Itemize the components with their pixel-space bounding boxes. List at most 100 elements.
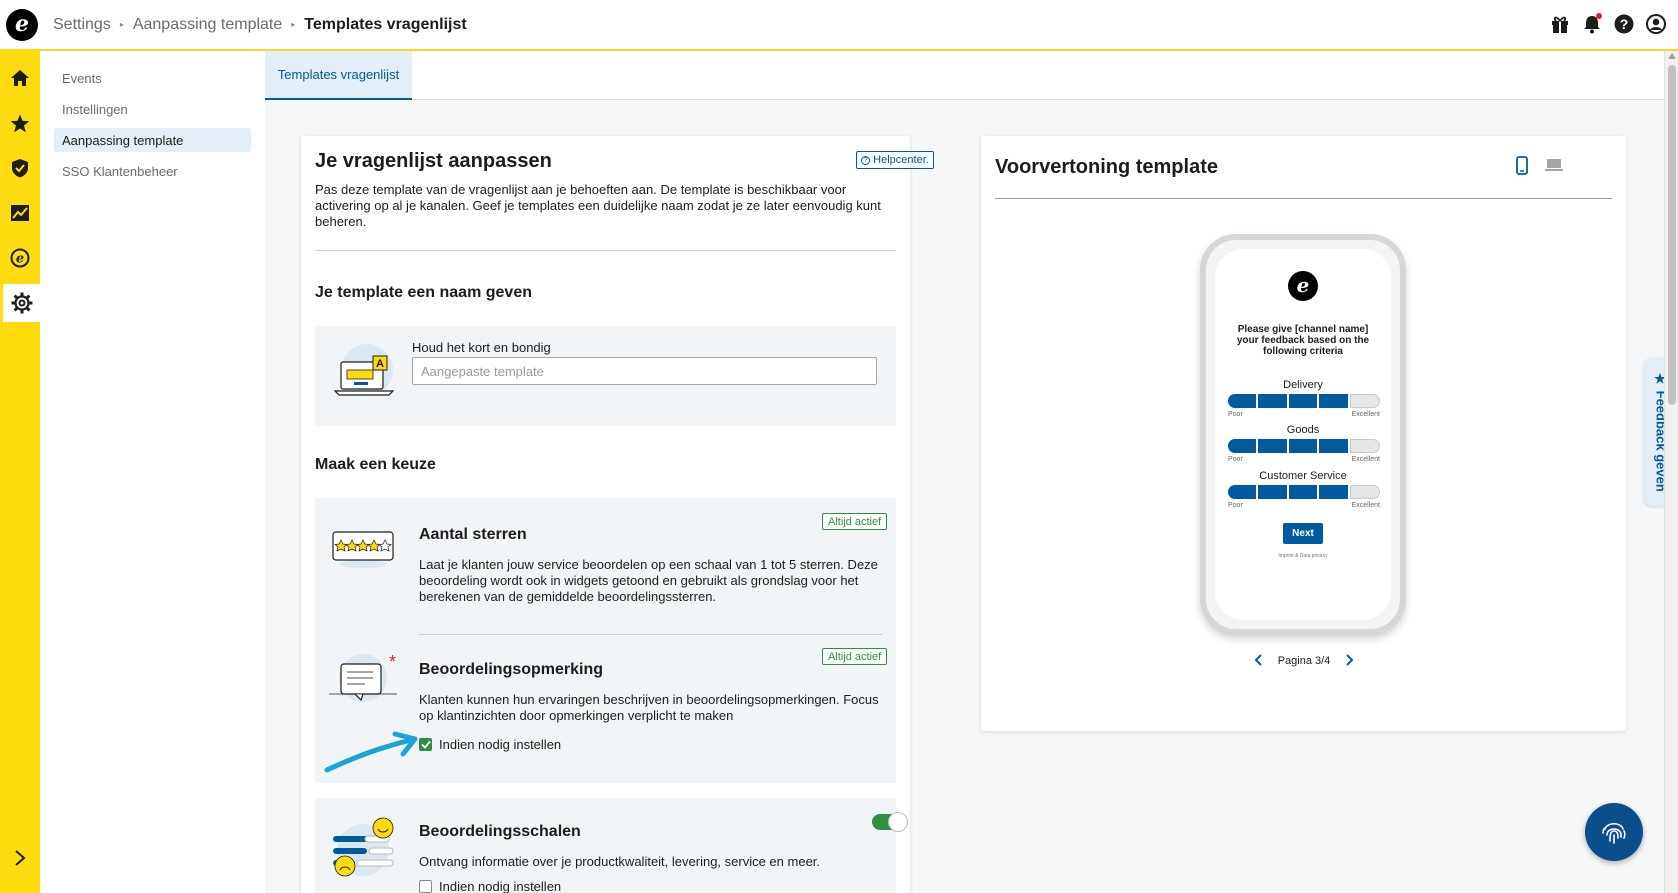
preview-scale-low-label: Poor — [1228, 502, 1243, 509]
chevron-left-icon[interactable] — [1254, 653, 1262, 669]
fingerprint-chat-button[interactable] — [1585, 803, 1643, 861]
preview-scale-high-label: Excellent — [1351, 456, 1380, 463]
preview-criterion-name: Customer Service — [1259, 470, 1347, 482]
name-panel: A Houd het kort en bondig — [315, 326, 896, 426]
scales-toggle[interactable] — [872, 812, 908, 832]
top-header: e Settings ▸ Aanpassing template ▸ Templ… — [0, 0, 1678, 51]
option-desc-scales: Ontvang informatie over je productkwalit… — [419, 854, 821, 869]
scales-required-label: Indien nodig instellen — [439, 879, 562, 893]
home-icon[interactable] — [0, 59, 40, 97]
help-icon[interactable]: ? — [1614, 14, 1634, 34]
tab-bar: Templates vragenlijst — [265, 51, 1664, 100]
option-title-stars: Aantal sterren — [419, 526, 527, 543]
chevron-right-icon[interactable] — [1346, 653, 1354, 669]
option-desc-stars: Laat je klanten jouw service beoordelen … — [419, 557, 878, 604]
preview-rating-scale[interactable] — [1228, 485, 1381, 499]
preview-scale-segment[interactable] — [1319, 394, 1348, 408]
sidebar-item-sso-klantenbeheer[interactable]: SSO Klantenbeheer — [54, 159, 251, 183]
gift-icon[interactable] — [1550, 14, 1570, 34]
phone-screen: e Please give [channel name] your feedba… — [1215, 249, 1391, 620]
editor-intro: Pas deze template van de vragenlijst aan… — [315, 182, 881, 229]
main-content: Templates vragenlijst Je vragenlijst aan… — [265, 51, 1664, 893]
preview-rating-scale[interactable] — [1228, 439, 1381, 453]
name-section-title: Je template een naam geven — [315, 284, 532, 301]
stars-illustration-icon — [327, 526, 399, 575]
breadcrumb-separator-icon: ▸ — [291, 20, 296, 29]
always-active-badge: Altijd actief — [822, 648, 888, 665]
preview-scale-segment[interactable] — [1228, 439, 1257, 453]
preview-scale-high-label: Excellent — [1351, 502, 1380, 509]
laptop-illustration-icon: A — [329, 344, 399, 405]
sidebar-item-aanpassing-template[interactable]: Aanpassing template — [54, 128, 251, 152]
page-scrollbar[interactable] — [1664, 51, 1678, 893]
fingerprint-icon — [1602, 822, 1626, 844]
preview-scale-segment[interactable] — [1258, 485, 1287, 499]
helpcenter-link[interactable]: ? Helpcenter. — [856, 151, 934, 169]
preview-question: Please give [channel name] your feedback… — [1236, 324, 1370, 357]
main-nav-rail: e — [0, 51, 40, 893]
preview-scale-segment[interactable] — [1228, 485, 1257, 499]
page-title: Templates vragenlijst — [304, 15, 467, 33]
editor-card: Je vragenlijst aanpassen ? Helpcenter. P… — [301, 136, 934, 893]
pointer-arrow-icon — [324, 731, 418, 773]
preview-scale-segment[interactable] — [1258, 394, 1287, 408]
sidebar-item-events[interactable]: Events — [54, 66, 251, 90]
pager-label: Pagina 3/4 — [1277, 655, 1331, 667]
laptop-icon[interactable] — [1543, 155, 1565, 175]
preview-scale-segment[interactable] — [1349, 394, 1381, 408]
settings-sidebar: Events Instellingen Aanpassing template … — [40, 51, 265, 893]
scroll-thumb[interactable] — [1668, 65, 1676, 405]
trusted-e-icon[interactable]: e — [0, 239, 40, 277]
comment-required-checkbox-row[interactable]: Indien nodig instellen — [419, 737, 561, 752]
shield-icon[interactable] — [0, 149, 40, 187]
template-name-label: Houd het kort en bondig — [412, 340, 551, 355]
preview-scale-segment[interactable] — [1288, 485, 1318, 499]
scales-illustration-icon — [327, 816, 399, 883]
mobile-icon[interactable] — [1513, 155, 1531, 175]
chevron-right-icon[interactable] — [0, 839, 40, 877]
help-circle-icon: ? — [861, 155, 871, 165]
breadcrumb-settings[interactable]: Settings — [53, 16, 111, 34]
breadcrumb-aanpassing-template[interactable]: Aanpassing template — [133, 16, 282, 34]
comment-illustration-icon: * — [327, 648, 399, 715]
trusted-shops-logo[interactable]: e — [6, 8, 38, 41]
preview-scale-segment[interactable] — [1319, 439, 1348, 453]
user-icon[interactable] — [1646, 14, 1666, 34]
options-panel: Altijd actief Aantal sterren Laat je kla… — [315, 498, 896, 783]
preview-scale-segment[interactable] — [1288, 394, 1318, 408]
divider — [315, 250, 896, 251]
preview-rating-scale[interactable] — [1228, 394, 1381, 408]
option-title-comment: Beoordelingsopmerking — [419, 661, 604, 678]
tab-templates-vragenlijst[interactable]: Templates vragenlijst — [265, 51, 412, 100]
preview-scale-high-label: Excellent — [1351, 411, 1380, 418]
preview-scale-segment[interactable] — [1258, 439, 1287, 453]
sidebar-item-instellingen[interactable]: Instellingen — [54, 97, 251, 121]
svg-text:e: e — [16, 252, 24, 267]
settings-icon[interactable] — [3, 284, 40, 322]
preview-scale-segment[interactable] — [1349, 439, 1381, 453]
preview-scale-segment[interactable] — [1319, 485, 1348, 499]
bell-icon[interactable] — [1582, 13, 1602, 34]
preview-pager: Pagina 3/4 — [1229, 651, 1379, 671]
template-name-input[interactable] — [412, 357, 877, 385]
preview-scale-segment[interactable] — [1349, 485, 1381, 499]
divider — [995, 198, 1612, 199]
divider — [419, 634, 882, 635]
preview-criterion-name: Goods — [1286, 424, 1320, 436]
preview-next-button[interactable]: Next — [1283, 523, 1323, 544]
preview-scale-segment[interactable] — [1228, 394, 1257, 408]
preview-scale-low-label: Poor — [1228, 411, 1243, 418]
phone-preview: e Please give [channel name] your feedba… — [1200, 234, 1406, 635]
preview-title: Voorvertoning template — [995, 156, 1218, 178]
scales-panel: Beoordelingsschalen Ontvang informatie o… — [315, 798, 908, 893]
svg-text:*: * — [389, 652, 396, 672]
svg-text:A: A — [376, 358, 384, 370]
scales-required-checkbox[interactable] — [419, 880, 432, 893]
scales-required-checkbox-row[interactable]: Indien nodig instellen — [419, 879, 561, 893]
chart-icon[interactable] — [0, 194, 40, 232]
scroll-up-icon[interactable] — [1668, 53, 1676, 59]
preview-scale-segment[interactable] — [1288, 439, 1318, 453]
preview-criterion-name: Delivery — [1283, 379, 1323, 391]
choice-section-title: Maak een keuze — [315, 456, 436, 473]
star-icon[interactable] — [0, 104, 40, 142]
